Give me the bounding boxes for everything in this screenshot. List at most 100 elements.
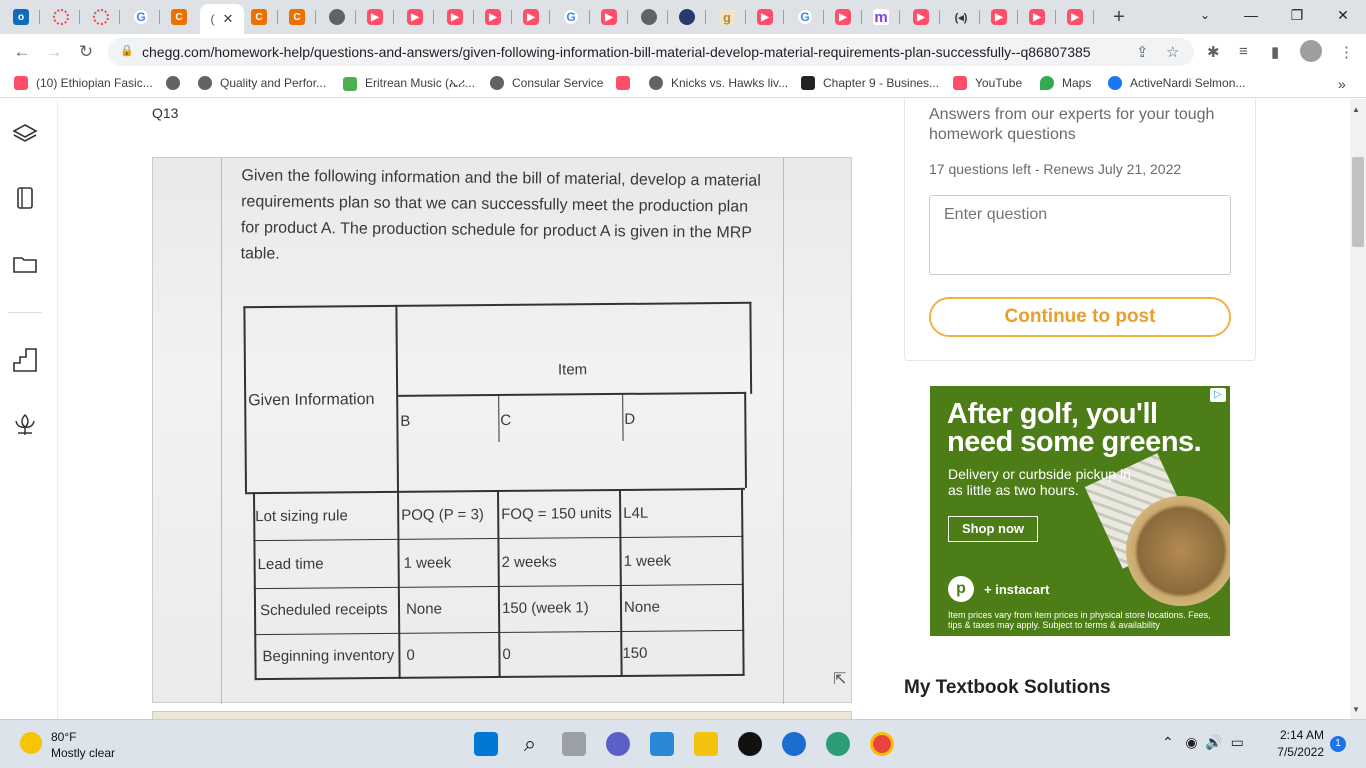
edge-icon[interactable] <box>826 732 850 756</box>
weather-moon-icon[interactable] <box>20 732 42 754</box>
tab[interactable]: ▶ <box>396 5 434 29</box>
bookmark-item[interactable]: Consular Service <box>490 76 603 90</box>
tab[interactable]: ▶ <box>1056 5 1094 29</box>
tab[interactable]: C <box>160 5 198 29</box>
adchoices-icon[interactable]: ▷ <box>1210 388 1226 402</box>
tab[interactable]: (◂) <box>942 5 980 29</box>
more-bookmarks-icon[interactable]: » <box>1338 76 1346 92</box>
bookmark-item[interactable]: Quality and Perfor... <box>198 76 326 90</box>
menu-icon[interactable]: ⋮ <box>1339 43 1354 61</box>
question-text: Given the following information and the … <box>240 167 761 263</box>
bookmark-star-icon[interactable]: ☆ <box>1166 43 1179 61</box>
close-tab-icon[interactable]: ✕ <box>223 11 234 27</box>
search-icon[interactable]: ⌕ <box>518 732 542 756</box>
weather-temperature[interactable]: 80°F <box>51 730 76 744</box>
store-icon[interactable] <box>650 732 674 756</box>
system-tray[interactable]: ⌃ ◉ 🔊 ▭ <box>1162 734 1244 751</box>
profile-avatar[interactable] <box>1300 40 1322 62</box>
wellness-plant-icon[interactable] <box>12 411 38 437</box>
left-navigation-rail <box>0 99 58 719</box>
bookmark-item[interactable]: ActiveNardi Selmon... <box>1108 76 1245 90</box>
tab[interactable] <box>630 5 668 29</box>
layers-icon[interactable] <box>12 121 38 147</box>
bookmark-item[interactable]: Eritrean Music (ኤሪ... <box>343 76 475 91</box>
tab[interactable] <box>318 5 356 29</box>
tab[interactable] <box>42 5 80 29</box>
reload-icon[interactable]: ↻ <box>72 38 100 66</box>
tab[interactable]: ▶ <box>356 5 394 29</box>
app-icon[interactable] <box>738 732 762 756</box>
instacart-ad[interactable]: After golf, you'll need some greens. Del… <box>930 386 1230 636</box>
tab[interactable] <box>668 5 706 29</box>
notification-badge[interactable]: 1 <box>1330 736 1346 752</box>
bookmark-item[interactable]: (10) Ethiopian Fasic... <box>14 76 153 90</box>
youtube-icon: ▶ <box>1067 9 1083 25</box>
reading-list-icon[interactable]: ≡ <box>1239 43 1248 60</box>
notebook-icon[interactable] <box>12 185 38 211</box>
tab[interactable]: ▶ <box>746 5 784 29</box>
folder-icon[interactable] <box>12 251 38 277</box>
question-input[interactable] <box>929 195 1231 275</box>
tab[interactable]: C <box>240 5 278 29</box>
tab[interactable]: ▶ <box>512 5 550 29</box>
task-view-icon[interactable] <box>562 732 586 756</box>
back-icon[interactable]: ← <box>8 38 36 66</box>
continue-to-post-button[interactable]: Continue to post <box>929 297 1231 337</box>
url-text[interactable]: chegg.com/homework-help/questions-and-an… <box>142 44 1102 60</box>
extensions-icon[interactable]: ✱ <box>1207 43 1220 61</box>
bookmark-item[interactable]: Chapter 9 - Busines... <box>801 76 939 90</box>
address-bar[interactable]: 🔒 chegg.com/homework-help/questions-and-… <box>108 38 1194 66</box>
cell: 0 <box>502 645 511 663</box>
tab[interactable]: G <box>552 5 590 29</box>
tab[interactable]: m <box>862 5 900 29</box>
youtube-icon: ▶ <box>757 9 773 25</box>
file-explorer-icon[interactable] <box>694 732 718 756</box>
tab[interactable]: ▶ <box>980 5 1018 29</box>
tab-active[interactable]: (✕ <box>200 4 244 34</box>
textbook-solutions-heading: My Textbook Solutions <box>904 677 1111 698</box>
tab[interactable]: ▶ <box>1018 5 1056 29</box>
page-content: Q13 Given the following information and … <box>0 99 1366 719</box>
start-icon[interactable] <box>474 732 498 756</box>
scrollbar-thumb[interactable] <box>1352 157 1364 247</box>
tab[interactable]: G <box>122 5 160 29</box>
tab-search-icon[interactable]: ⌄ <box>1182 0 1228 30</box>
tab[interactable]: ▶ <box>474 5 512 29</box>
tab[interactable]: o <box>2 5 40 29</box>
tab[interactable]: ▶ <box>902 5 940 29</box>
help-icon[interactable] <box>782 732 806 756</box>
bookmark-item[interactable]: YouTube <box>953 76 1022 90</box>
chrome-icon[interactable] <box>870 732 894 756</box>
tab[interactable]: ▶ <box>436 5 474 29</box>
bookmark-item[interactable]: Maps <box>1040 76 1091 90</box>
tab[interactable]: ▶ <box>824 5 862 29</box>
forward-icon[interactable]: → <box>40 38 68 66</box>
restore-icon[interactable]: ❐ <box>1274 0 1320 30</box>
youtube-icon: ▶ <box>913 9 929 25</box>
grid-icon <box>801 76 815 90</box>
bookmark-item[interactable]: Knicks vs. Hawks liv... <box>649 76 788 90</box>
youtube-icon: ▶ <box>835 9 851 25</box>
bookmark-item[interactable] <box>616 76 638 90</box>
close-window-icon[interactable]: ✕ <box>1320 0 1366 30</box>
clock-date[interactable]: 7/5/2022 <box>1270 745 1324 759</box>
tab[interactable]: C <box>278 5 316 29</box>
scroll-up-icon[interactable]: ▲ <box>1352 105 1360 114</box>
scroll-down-icon[interactable]: ▼ <box>1352 705 1360 714</box>
ad-subtext: Delivery or curbside pickup in as little… <box>948 466 1131 498</box>
side-panel-icon[interactable]: ▮ <box>1271 43 1279 61</box>
chat-icon[interactable] <box>606 732 630 756</box>
clock-time[interactable]: 2:14 AM <box>1270 728 1324 742</box>
tab[interactable] <box>82 5 120 29</box>
shop-now-button[interactable]: Shop now <box>948 516 1038 542</box>
tab[interactable]: g <box>708 5 746 29</box>
career-steps-icon[interactable] <box>12 347 38 373</box>
tab[interactable]: ▶ <box>590 5 628 29</box>
share-icon[interactable]: ⇪ <box>1136 43 1149 61</box>
chegg-icon: C <box>171 9 187 25</box>
bookmark-item[interactable] <box>166 76 188 90</box>
new-tab-button[interactable]: + <box>1100 5 1138 29</box>
tab[interactable]: G <box>786 5 824 29</box>
minimize-icon[interactable]: — <box>1228 0 1274 30</box>
weather-description[interactable]: Mostly clear <box>51 746 115 760</box>
